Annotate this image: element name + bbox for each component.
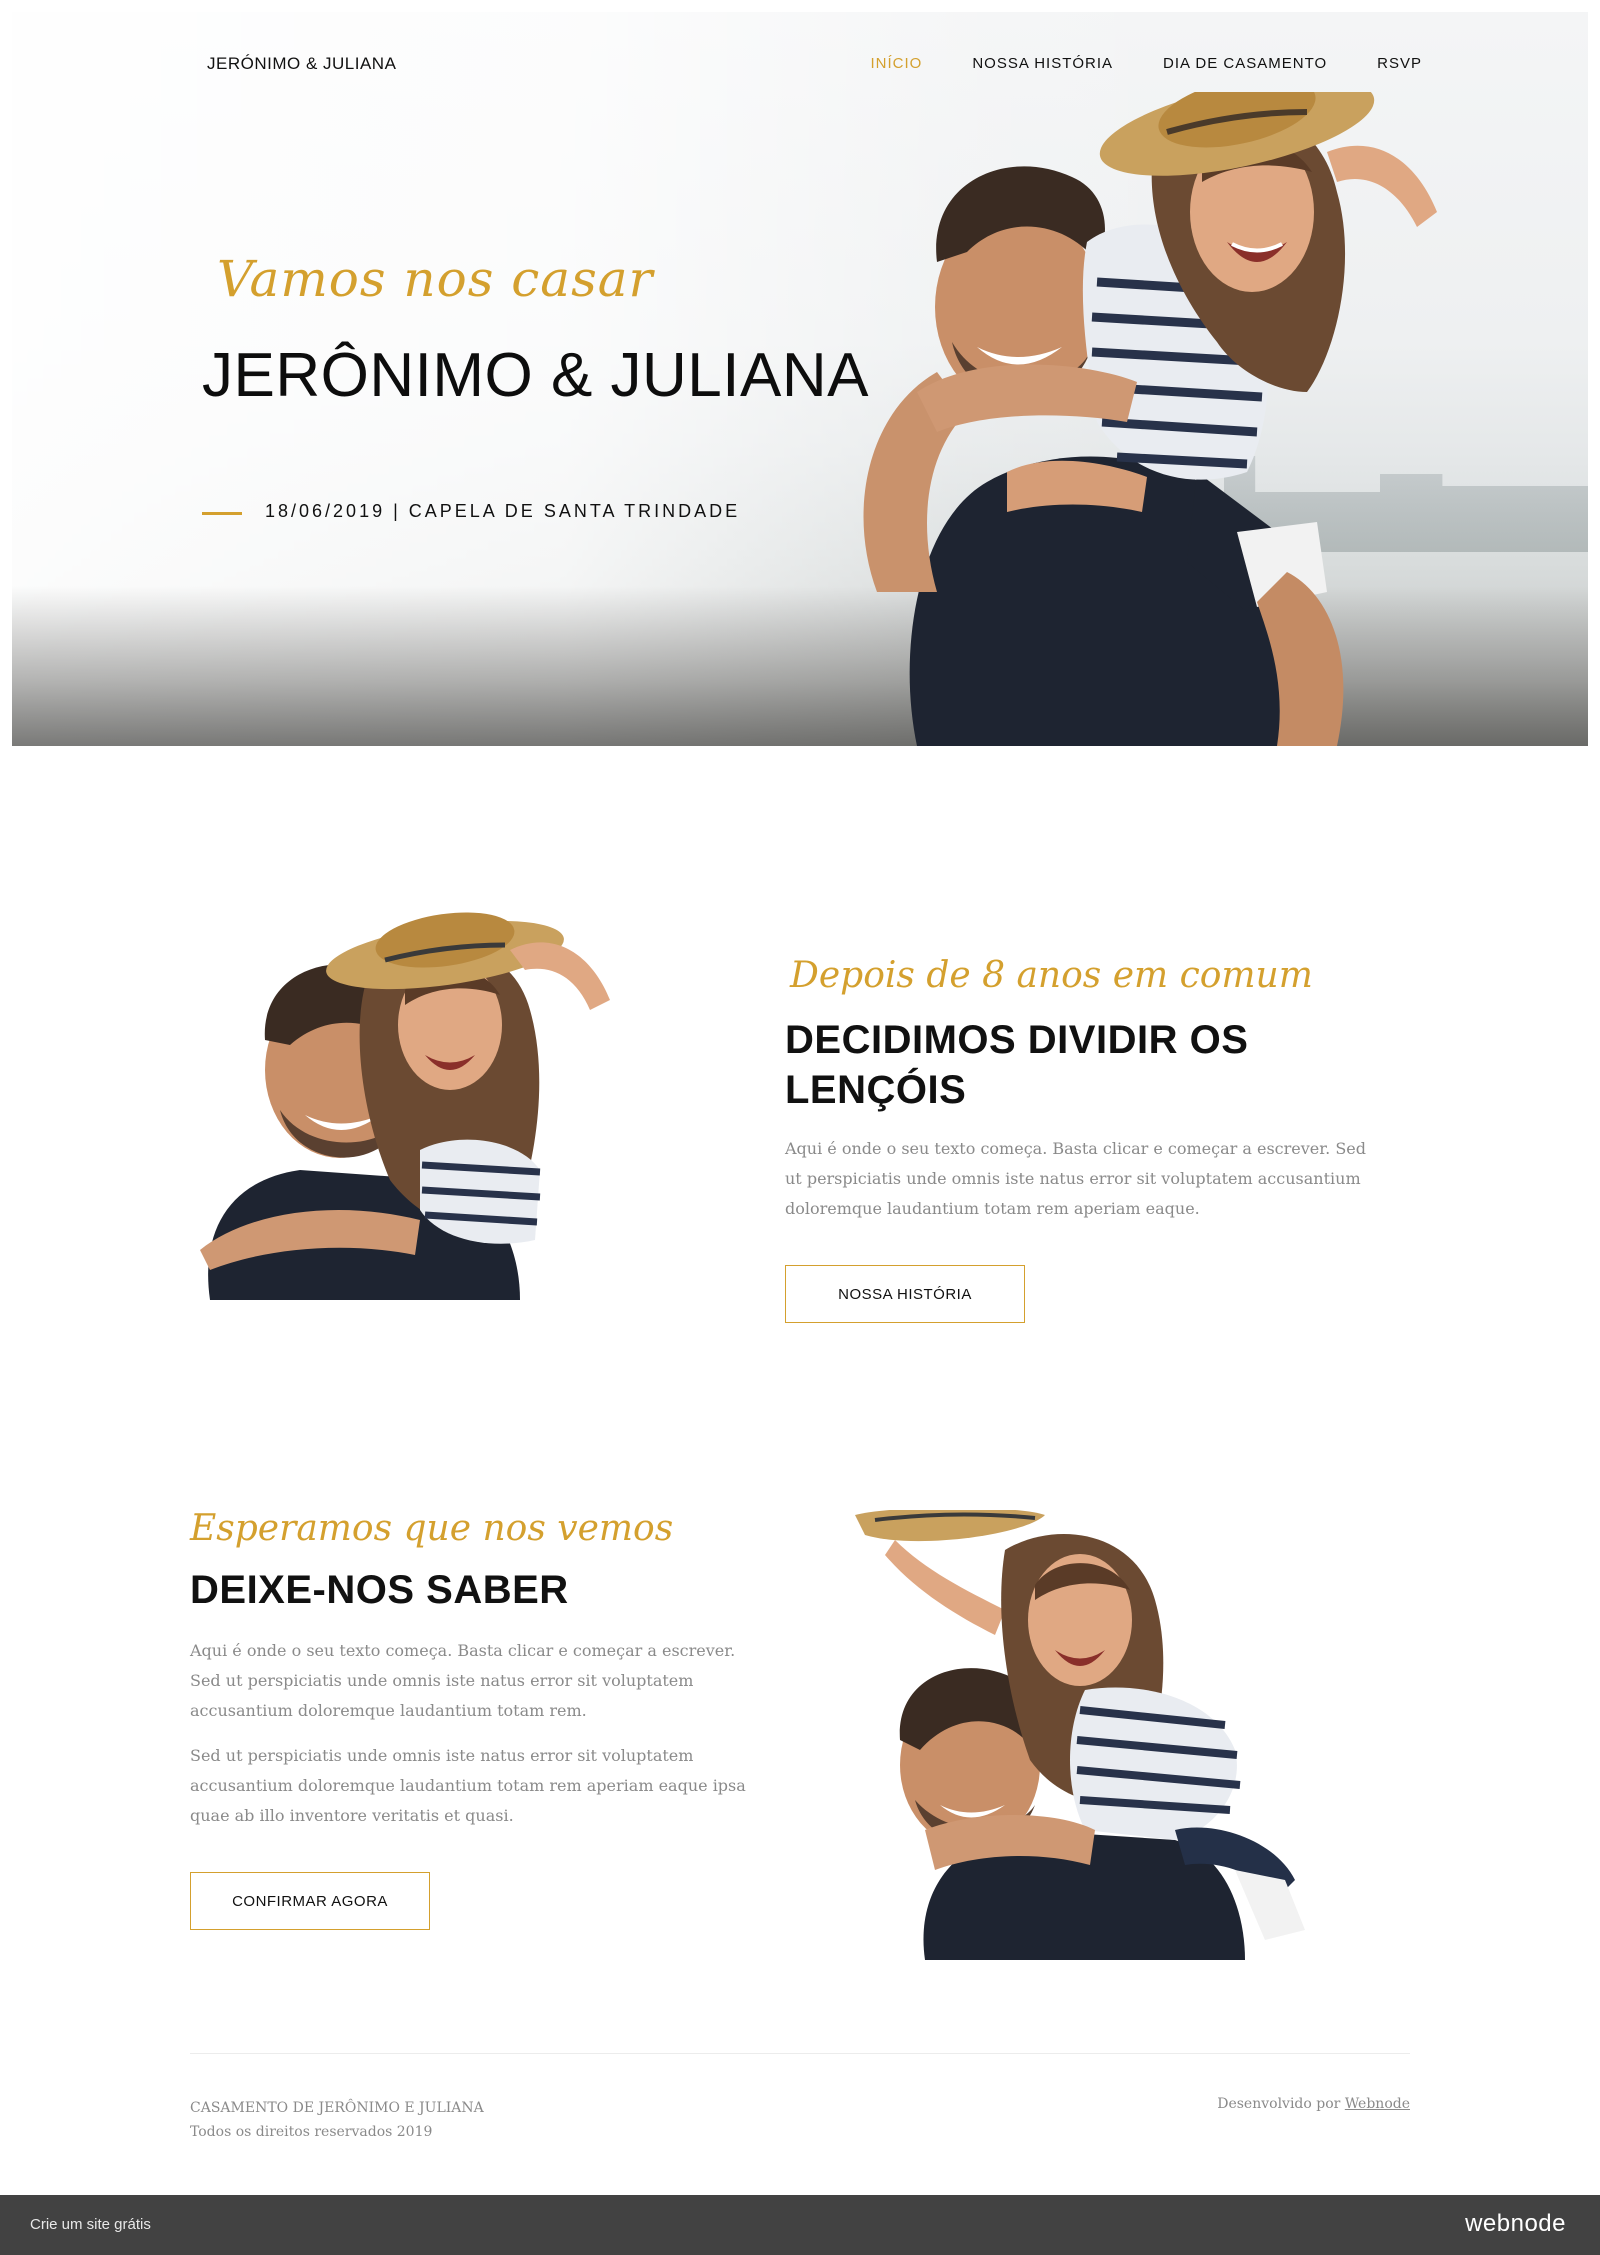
rsvp-script-heading: Esperamos que nos vemos — [190, 1508, 674, 1549]
footer-copyright: CASAMENTO DE JERÔNIMO E JULIANA Todos os… — [190, 2096, 484, 2144]
hero-title: JERÔNIMO & JULIANA — [202, 341, 869, 410]
story-paragraph: Aqui é onde o seu texto começa. Basta cl… — [785, 1139, 1366, 1218]
rsvp-paragraph-1: Aqui é onde o seu texto começa. Basta cl… — [190, 1641, 736, 1720]
nav-item-inicio[interactable]: INÍCIO — [871, 55, 923, 72]
nav-item-rsvp[interactable]: RSVP — [1377, 55, 1422, 72]
rsvp-couple-photo — [855, 1510, 1305, 1960]
webnode-link[interactable]: Webnode — [1345, 2096, 1410, 2112]
hero-date-place: 18/06/2019 | CAPELA DE SANTA TRINDADE — [265, 501, 741, 521]
hero-section: JERÓNIMO & JULIANA INÍCIO NOSSA HISTÓRIA… — [12, 12, 1588, 746]
footer-credit: Desenvolvido por Webnode — [1217, 2096, 1410, 2112]
footer-divider — [190, 2053, 1410, 2054]
story-title: DECIDIMOS DIVIDIR OS LENÇÓIS — [785, 1018, 1249, 1112]
hero-accent-line — [202, 512, 242, 515]
create-free-site-link[interactable]: Crie um site grátis — [30, 2216, 151, 2233]
footer-developed-by: Desenvolvido por — [1217, 2096, 1341, 2112]
webnode-logo[interactable]: webnode — [1465, 2210, 1566, 2238]
top-navigation: JERÓNIMO & JULIANA INÍCIO NOSSA HISTÓRIA… — [12, 12, 1588, 116]
confirmar-agora-button[interactable]: CONFIRMAR AGORA — [190, 1872, 430, 1930]
story-script-heading: Depois de 8 anos em comum — [790, 955, 1313, 996]
hero-script-heading: Vamos nos casar — [217, 250, 654, 308]
nav-item-nossa-historia[interactable]: NOSSA HISTÓRIA — [972, 55, 1113, 72]
hero-couple-photo — [863, 92, 1437, 746]
main-menu: INÍCIO NOSSA HISTÓRIA DIA DE CASAMENTO R… — [871, 55, 1423, 72]
rsvp-title: DEIXE-NOS SABER — [190, 1568, 569, 1612]
footer-line-2: Todos os direitos reservados 2019 — [190, 2124, 433, 2140]
nossa-historia-button[interactable]: NOSSA HISTÓRIA — [785, 1265, 1025, 1323]
nav-item-dia-de-casamento[interactable]: DIA DE CASAMENTO — [1163, 55, 1327, 72]
webnode-promo-bar: Crie um site grátis webnode — [0, 2195, 1600, 2255]
footer-line-1: CASAMENTO DE JERÔNIMO E JULIANA — [190, 2100, 484, 2116]
rsvp-paragraph-2: Sed ut perspiciatis unde omnis iste natu… — [190, 1746, 746, 1825]
site-brand[interactable]: JERÓNIMO & JULIANA — [207, 54, 396, 74]
story-couple-photo — [200, 912, 610, 1300]
